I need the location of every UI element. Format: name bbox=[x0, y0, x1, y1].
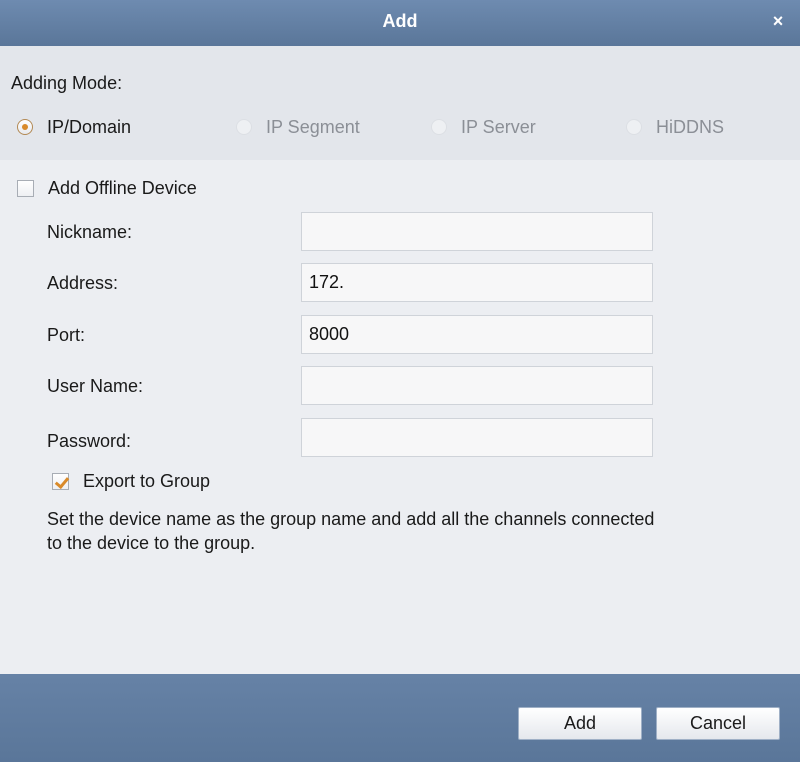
radio-ip-segment-label: IP Segment bbox=[266, 116, 360, 137]
checkbox-checked-icon bbox=[52, 473, 69, 490]
add-button[interactable]: Add bbox=[518, 707, 642, 740]
user-name-label: User Name: bbox=[47, 376, 144, 396]
export-to-group-label: Export to Group bbox=[83, 471, 211, 491]
device-form: Add Offline Device Nickname: Address: Po… bbox=[0, 160, 800, 674]
nickname-label: Nickname: bbox=[47, 222, 133, 242]
user-name-input[interactable] bbox=[301, 366, 653, 405]
add-offline-device-checkbox[interactable]: Add Offline Device bbox=[17, 178, 197, 199]
dialog-title: Add bbox=[382, 11, 418, 31]
cancel-button[interactable]: Cancel bbox=[656, 707, 780, 740]
radio-unselected-icon bbox=[626, 119, 642, 135]
radio-selected-icon bbox=[17, 119, 33, 135]
adding-mode-label: Adding Mode: bbox=[11, 73, 123, 93]
radio-ip-server[interactable]: IP Server bbox=[431, 115, 536, 139]
nickname-input[interactable] bbox=[301, 212, 653, 251]
radio-hiddns[interactable]: HiDDNS bbox=[626, 115, 724, 139]
export-to-group-checkbox[interactable]: Export to Group bbox=[52, 471, 210, 492]
password-input[interactable] bbox=[301, 418, 653, 457]
address-input[interactable] bbox=[301, 263, 653, 302]
address-label: Address: bbox=[47, 273, 119, 293]
close-icon[interactable]: × bbox=[768, 9, 788, 33]
checkbox-unchecked-icon bbox=[17, 180, 34, 197]
radio-unselected-icon bbox=[431, 119, 447, 135]
radio-hiddns-label: HiDDNS bbox=[656, 116, 725, 137]
radio-ip-segment[interactable]: IP Segment bbox=[236, 115, 360, 139]
title-bar: Add × bbox=[0, 0, 800, 46]
radio-ip-domain-label: IP/Domain bbox=[47, 116, 132, 137]
add-offline-device-label: Add Offline Device bbox=[48, 178, 197, 198]
radio-ip-server-label: IP Server bbox=[461, 116, 536, 137]
password-label: Password: bbox=[47, 431, 132, 451]
export-group-note: Set the device name as the group name an… bbox=[47, 509, 655, 553]
radio-unselected-icon bbox=[236, 119, 252, 135]
dialog-footer: Add Cancel bbox=[0, 674, 800, 762]
adding-mode-panel: Adding Mode: IP/Domain IP Segment IP Ser… bbox=[0, 46, 800, 160]
radio-ip-domain[interactable]: IP/Domain bbox=[17, 115, 131, 139]
port-input[interactable] bbox=[301, 315, 653, 354]
port-label: Port: bbox=[47, 325, 86, 345]
